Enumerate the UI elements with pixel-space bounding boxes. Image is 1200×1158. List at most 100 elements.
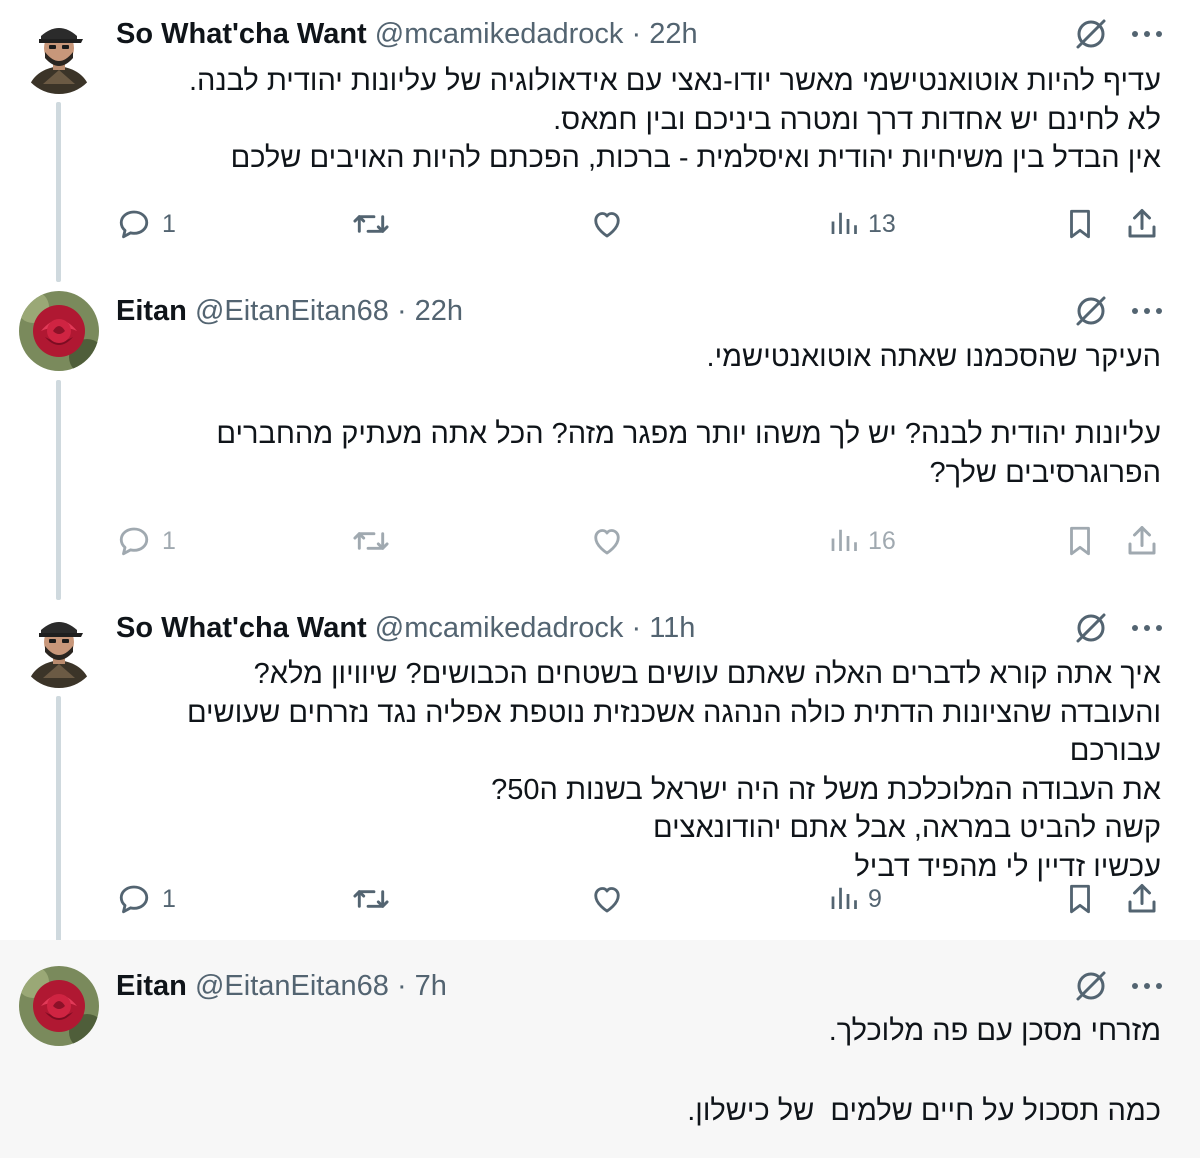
bookmark-icon [1070,526,1090,556]
tweet-header: Eitan @EitanEitan68 · 7h [116,966,1080,1006]
views-count: 16 [868,526,896,555]
tweet-top-icons [1074,291,1164,331]
tweet-top-icons [1074,966,1164,1006]
retweet-icon [353,890,389,908]
user-avatar[interactable] [19,608,99,688]
views-button[interactable]: 16 [828,519,896,563]
conversation-thread: So What'cha Want @mcamikedadrock · 22h ע… [0,0,1200,1158]
share-button[interactable] [1124,519,1160,563]
reply-count: 1 [162,209,176,238]
tweet-text: העיקר שהסכמנו שאתה אוטואנטישמי. עליונות … [110,338,1161,492]
more-options-icon[interactable] [1130,623,1164,633]
bookmark-button[interactable] [1063,202,1097,246]
tweet-text-line: והעובדה שהציונות הדתית כולה הנהגה אשכנזי… [186,696,1161,768]
tweet-text: איך אתה קורא לדברים האלה שאתם עושים בשטח… [110,655,1161,886]
tweet-text: מזרחי מסכן עם פה מלוכלך. כמה תסכול על חי… [110,1012,1161,1130]
retweet-button[interactable] [352,519,390,563]
views-chart-icon [831,212,857,234]
views-chart-icon [831,887,857,909]
reply-icon [119,210,149,239]
tweet[interactable]: So What'cha Want @mcamikedadrock · 22h ע… [0,0,1200,270]
tweet-header: So What'cha Want @mcamikedadrock · 11h [116,608,1080,648]
reply-count: 1 [162,526,176,555]
share-button[interactable] [1124,202,1160,246]
like-button[interactable] [589,519,625,563]
user-display-name[interactable]: So What'cha Want [116,612,367,644]
reply-icon [119,885,149,914]
tweet-top-icons [1074,608,1164,648]
share-icon [1128,526,1156,555]
grok-icon[interactable] [1074,969,1108,1003]
grok-icon[interactable] [1074,611,1108,645]
user-handle[interactable]: @mcamikedadrock [375,18,624,50]
heart-icon [594,212,620,238]
views-button[interactable]: 13 [828,202,896,246]
user-handle[interactable]: @EitanEitan68 [195,970,389,1002]
grok-icon[interactable] [1074,17,1108,51]
tweet-text-line: כמה תסכול על חיים שלמים של כישלון. [687,1094,1161,1127]
user-avatar[interactable] [19,966,99,1046]
like-button[interactable] [589,877,625,921]
share-button[interactable] [1124,877,1160,921]
bookmark-icon [1070,884,1090,914]
timestamp[interactable]: 22h [415,295,463,327]
tweet-header: So What'cha Want @mcamikedadrock · 22h [116,14,1080,54]
timestamp[interactable]: 11h [649,612,695,644]
retweet-icon [353,215,389,233]
tweet[interactable]: So What'cha Want @mcamikedadrock · 11h א… [0,590,1200,940]
reply-count: 1 [162,884,176,913]
tweet-text-line: העיקר שהסכמנו שאתה אוטואנטישמי. [706,341,1161,373]
reply-button[interactable]: 1 [116,877,176,921]
tweet-text-line: אין הבדל בין משיחיות יהודית ואיסלמית - ב… [230,142,1161,174]
reply-icon [119,527,149,556]
user-display-name[interactable]: Eitan [116,295,187,327]
user-handle[interactable]: @mcamikedadrock [375,612,624,644]
tweet-text-line: מזרחי מסכן עם פה מלוכלך. [828,1015,1161,1047]
views-button[interactable]: 9 [828,877,882,921]
grok-icon[interactable] [1074,294,1108,328]
reply-button[interactable]: 1 [116,519,176,563]
views-count: 9 [868,884,882,913]
user-avatar[interactable] [19,14,99,94]
views-count: 13 [868,209,896,238]
more-options-icon[interactable] [1130,306,1164,316]
user-handle[interactable]: @EitanEitan68 [195,295,389,327]
user-display-name[interactable]: Eitan [116,970,187,1002]
separator-dot: · [631,612,642,644]
separator-dot: · [631,18,642,50]
tweet-text: עדיף להיות אוטואנטישמי מאשר יודו-נאצי עם… [110,62,1161,178]
heart-icon [594,529,620,555]
more-options-icon[interactable] [1130,981,1164,991]
tweet[interactable]: Eitan @EitanEitan68 · 22h העיקר שהסכמנו … [0,270,1200,590]
separator-dot: · [396,295,407,327]
user-avatar[interactable] [19,291,99,371]
share-icon [1128,884,1156,913]
reply-button[interactable]: 1 [116,202,176,246]
tweet-text-line [110,377,1161,416]
bookmark-button[interactable] [1063,519,1097,563]
like-button[interactable] [589,202,625,246]
bookmark-button[interactable] [1063,877,1097,921]
tweet-text-line: הפרוגרסיבים שלך? [929,456,1161,489]
separator-dot: · [396,970,407,1002]
tweet-text-line [110,1051,1161,1092]
tweet-text-line: את העבודה המלוכלכת משל זה היה ישראל בשנו… [491,773,1161,806]
tweet-text-line: לא לחינם יש אחדות דרך ומטרה ביניכם ובין … [553,103,1161,136]
tweet-header: Eitan @EitanEitan68 · 22h [116,291,1080,331]
heart-icon [594,887,620,913]
bookmark-icon [1070,209,1090,239]
tweet-text-line: עדיף להיות אוטואנטישמי מאשר יודו-נאצי עם… [188,65,1161,97]
tweet-actions: 1 16 [0,519,1200,563]
tweet-top-icons [1074,14,1164,54]
user-display-name[interactable]: So What'cha Want [116,18,367,50]
timestamp[interactable]: 22h [649,18,697,50]
retweet-button[interactable] [352,877,390,921]
timestamp[interactable]: 7h [415,970,447,1002]
tweet-text-line: קשה להביט במראה, אבל אתם יהודונאצים [653,812,1161,844]
tweet-highlighted[interactable]: Eitan @EitanEitan68 · 7h מזרחי מסכן עם פ… [0,940,1200,1158]
more-options-icon[interactable] [1130,29,1164,39]
retweet-button[interactable] [352,202,390,246]
retweet-icon [353,532,389,550]
views-chart-icon [831,529,857,551]
tweet-text-line: איך אתה קורא לדברים האלה שאתם עושים בשטח… [253,658,1161,690]
